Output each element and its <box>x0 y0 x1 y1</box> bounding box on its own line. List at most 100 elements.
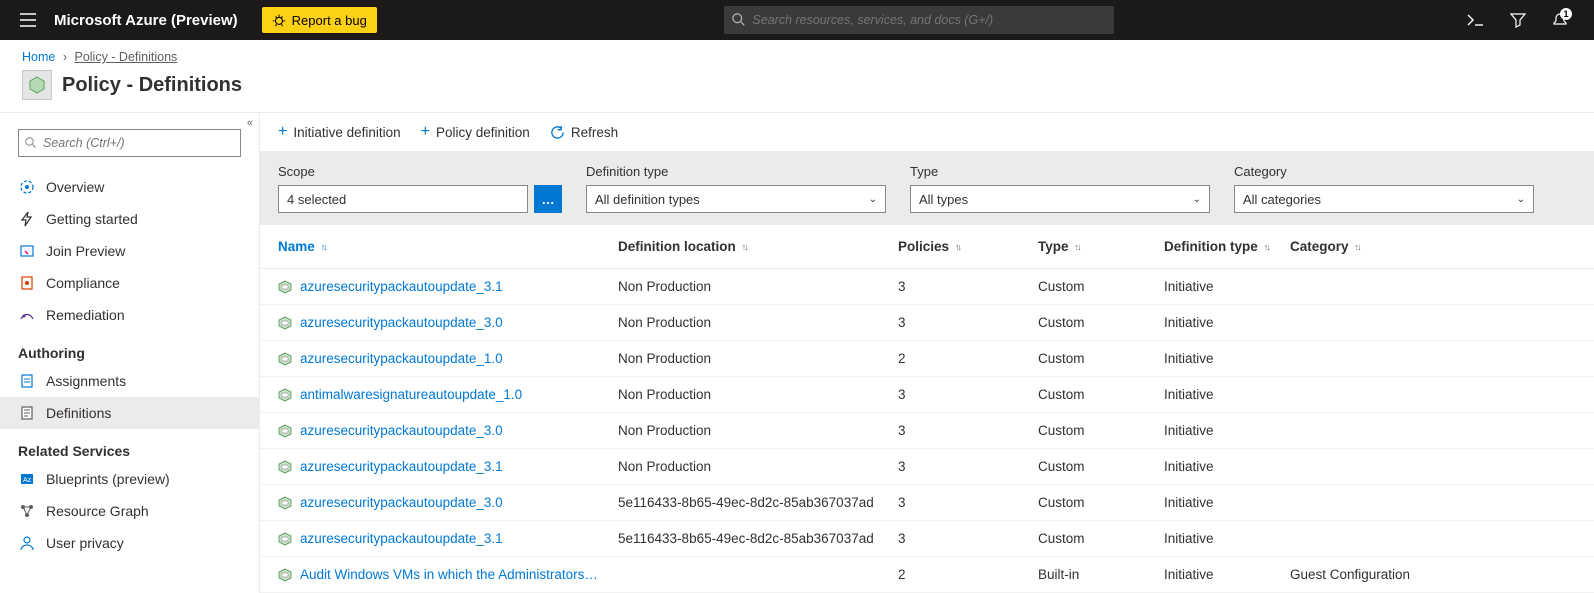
sort-icon: ↑↓ <box>955 242 960 252</box>
sidebar-item-assignments[interactable]: Assignments <box>0 365 259 397</box>
command-bar: + Initiative definition + Policy definit… <box>260 113 1594 152</box>
table-row[interactable]: azuresecuritypackautoupdate_3.0 Non Produ… <box>260 305 1594 341</box>
global-search-input[interactable] <box>752 13 1106 27</box>
initiative-icon <box>278 532 292 546</box>
new-initiative-definition-button[interactable]: + Initiative definition <box>278 123 401 141</box>
definition-link[interactable]: azuresecuritypackautoupdate_3.1 <box>300 531 503 546</box>
table-row[interactable]: azuresecuritypackautoupdate_3.1Non Produ… <box>260 269 1594 305</box>
filter-type-label: Type <box>910 164 1210 179</box>
filter-scope: Scope 4 selected … <box>278 164 562 213</box>
definition-link[interactable]: azuresecuritypackautoupdate_3.0 <box>300 495 503 510</box>
table-row[interactable]: azuresecuritypackautoupdate_3.05e116433-… <box>260 485 1594 521</box>
filter-definition-type: Definition type All definition types ⌄ <box>586 164 886 213</box>
cell-type: Custom <box>1038 423 1164 438</box>
plus-icon: + <box>421 123 430 141</box>
col-name[interactable]: Name↑↓ <box>278 239 618 254</box>
cloud-shell-button[interactable] <box>1462 6 1490 34</box>
refresh-button[interactable]: Refresh <box>550 123 618 141</box>
cell-name: azuresecuritypackautoupdate_3.0 <box>278 423 618 438</box>
collapse-sidebar-button[interactable]: « <box>247 117 253 129</box>
page-title: Policy - Definitions <box>62 74 242 97</box>
sidebar-item-getting-started[interactable]: Getting started <box>0 203 259 235</box>
cell-definition-location: Non Production <box>618 315 898 330</box>
definition-type-dropdown[interactable]: All definition types ⌄ <box>586 185 886 213</box>
sidebar-item-definitions[interactable]: Definitions <box>0 397 259 429</box>
sidebar-item-user-privacy[interactable]: User privacy <box>0 527 259 559</box>
sidebar-item-label: Blueprints (preview) <box>46 471 170 487</box>
cell-definition-location: 5e116433-8b65-49ec-8d2c-85ab367037ad <box>618 531 898 546</box>
sidebar-group-authoring: Authoring <box>0 331 259 365</box>
page-icon <box>22 70 52 100</box>
definition-link[interactable]: azuresecuritypackautoupdate_3.0 <box>300 423 503 438</box>
table-row[interactable]: azuresecuritypackautoupdate_1.0Non Produ… <box>260 341 1594 377</box>
new-policy-definition-button[interactable]: + Policy definition <box>421 123 530 141</box>
cmd-label: Policy definition <box>436 125 530 140</box>
scope-ellipsis-button[interactable]: … <box>534 185 562 213</box>
cell-policies: 3 <box>898 387 1038 402</box>
cell-name: azuresecuritypackautoupdate_3.1 <box>278 279 618 294</box>
filter-deftype-label: Definition type <box>586 164 886 179</box>
col-definition-type[interactable]: Definition type↑↓ <box>1164 239 1290 254</box>
filter-bar: Scope 4 selected … Definition type All d… <box>260 152 1594 225</box>
cell-name: azuresecuritypackautoupdate_3.0 <box>278 315 618 330</box>
table-row[interactable]: Audit Windows VMs in which the Administr… <box>260 557 1594 593</box>
cloud-shell-icon <box>1467 13 1485 27</box>
sidebar-search[interactable] <box>18 129 241 157</box>
sort-icon: ↑↓ <box>321 242 326 252</box>
top-bar: Microsoft Azure (Preview) Report a bug 1 <box>0 0 1594 40</box>
directories-button[interactable] <box>1504 6 1532 34</box>
definition-link[interactable]: azuresecuritypackautoupdate_3.1 <box>300 279 503 294</box>
cell-type: Custom <box>1038 351 1164 366</box>
main-content: + Initiative definition + Policy definit… <box>260 113 1594 593</box>
cell-name: Audit Windows VMs in which the Administr… <box>278 567 618 582</box>
initiative-icon <box>278 460 292 474</box>
breadcrumb-current[interactable]: Policy - Definitions <box>74 50 177 64</box>
search-icon <box>732 13 746 27</box>
definition-link[interactable]: azuresecuritypackautoupdate_3.1 <box>300 459 503 474</box>
cell-type: Custom <box>1038 459 1164 474</box>
breadcrumb-separator: › <box>63 50 67 64</box>
hamburger-menu[interactable] <box>10 13 46 27</box>
sidebar-item-overview[interactable]: Overview <box>0 171 259 203</box>
notifications-button[interactable]: 1 <box>1546 6 1574 34</box>
definition-link[interactable]: azuresecuritypackautoupdate_1.0 <box>300 351 503 366</box>
col-category[interactable]: Category↑↓ <box>1290 239 1450 254</box>
sidebar-item-label: Overview <box>46 179 104 195</box>
definition-link[interactable]: azuresecuritypackautoupdate_3.0 <box>300 315 503 330</box>
cell-type: Custom <box>1038 387 1164 402</box>
dropdown-value: All types <box>919 192 968 207</box>
col-policies[interactable]: Policies↑↓ <box>898 239 1038 254</box>
report-bug-button[interactable]: Report a bug <box>262 7 377 33</box>
cell-category: Guest Configuration <box>1290 567 1450 582</box>
sidebar-search-input[interactable] <box>43 136 234 150</box>
table-row[interactable]: azuresecuritypackautoupdate_3.1Non Produ… <box>260 449 1594 485</box>
table-row[interactable]: antimalwaresignatureautoupdate_1.0Non Pr… <box>260 377 1594 413</box>
col-type[interactable]: Type↑↓ <box>1038 239 1164 254</box>
sidebar-item-compliance[interactable]: Compliance <box>0 267 259 299</box>
definition-link[interactable]: Audit Windows VMs in which the Administr… <box>300 567 600 582</box>
sidebar-item-resource-graph[interactable]: Resource Graph <box>0 495 259 527</box>
sidebar-item-join-preview[interactable]: Join Preview <box>0 235 259 267</box>
initiative-icon <box>278 568 292 582</box>
scope-selector[interactable]: 4 selected <box>278 185 528 213</box>
cell-policies: 3 <box>898 459 1038 474</box>
breadcrumb: Home › Policy - Definitions <box>0 40 1594 66</box>
breadcrumb-home[interactable]: Home <box>22 50 55 64</box>
definition-link[interactable]: antimalwaresignatureautoupdate_1.0 <box>300 387 522 402</box>
sidebar-item-blueprints[interactable]: Az Blueprints (preview) <box>0 463 259 495</box>
type-dropdown[interactable]: All types ⌄ <box>910 185 1210 213</box>
cell-name: azuresecuritypackautoupdate_1.0 <box>278 351 618 366</box>
graph-icon <box>18 502 36 520</box>
filter-type: Type All types ⌄ <box>910 164 1210 213</box>
sidebar-item-remediation[interactable]: Remediation <box>0 299 259 331</box>
cell-type: Custom <box>1038 531 1164 546</box>
filter-category-label: Category <box>1234 164 1534 179</box>
filter-scope-label: Scope <box>278 164 562 179</box>
category-dropdown[interactable]: All categories ⌄ <box>1234 185 1534 213</box>
global-search[interactable] <box>724 6 1114 34</box>
table-row[interactable]: azuresecuritypackautoupdate_3.1 5e116433-… <box>260 521 1594 557</box>
cell-policies: 3 <box>898 315 1038 330</box>
bug-icon <box>272 13 286 27</box>
col-definition-location[interactable]: Definition location↑↓ <box>618 239 898 254</box>
table-row[interactable]: azuresecuritypackautoupdate_3.0Non Produ… <box>260 413 1594 449</box>
